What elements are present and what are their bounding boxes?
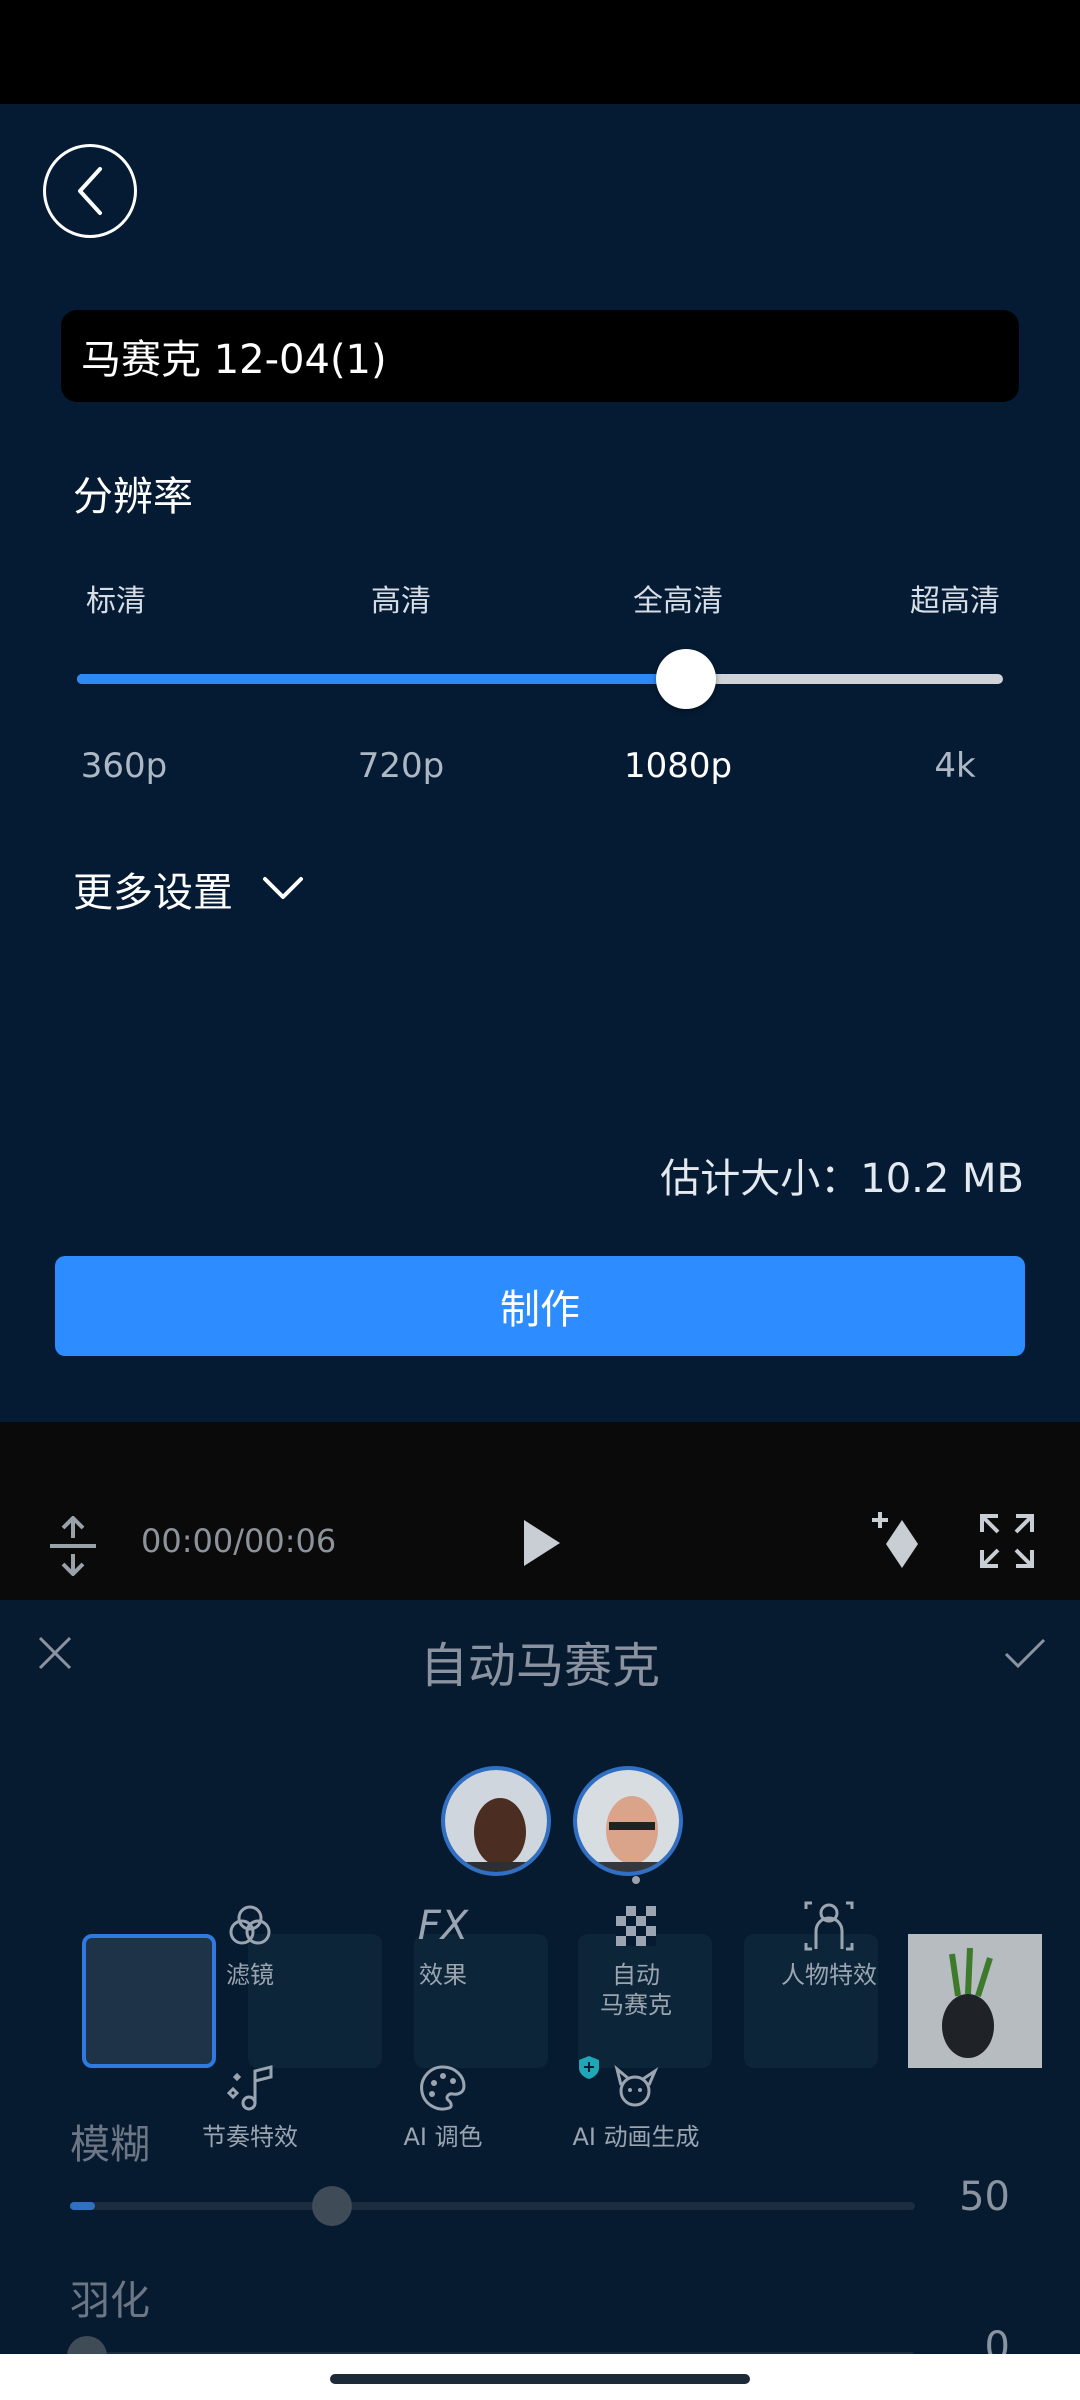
person-effect-icon [804,1901,854,1951]
player-controls: 00:00/00:06 [0,1500,1080,1586]
blur-value: 50 [959,2174,1010,2220]
tool-label: 效果 [419,1961,467,1989]
more-settings-label: 更多设置 [73,870,233,916]
blur-slider-thumb[interactable] [311,2186,352,2226]
chevron-down-icon [263,877,303,899]
tool-label: 自动 马赛克 [600,1961,672,2019]
resolution-title: 分辨率 [73,474,193,520]
resolution-label: 全高清 [633,584,723,619]
resolution-value: 720p [357,746,445,786]
blur-label: 模糊 [70,2122,150,2168]
resolution-label: 标清 [86,584,146,619]
resolution-slider-thumb[interactable] [656,649,717,709]
file-name-input[interactable]: 马赛克 12-04(1) [61,310,1019,402]
ai-animation-icon [614,2064,659,2107]
tool-filter[interactable]: 滤镜 [155,1896,345,1990]
estimated-size: 估计大小：10.2 MB [660,1156,1024,1202]
make-button[interactable]: 制作 [55,1256,1025,1356]
resolution-slider[interactable] [77,649,1003,709]
tool-ai-color[interactable]: AI 调色 [348,2058,538,2152]
tool-auto-mosaic[interactable]: 自动 马赛克 [541,1896,731,2020]
blur-slider[interactable] [70,2186,915,2226]
tool-label: 人物特效 [781,1961,877,1989]
resolution-value: 360p [80,746,168,786]
resolution-value: 4k [934,746,976,786]
tools-menu: 滤镜 FX 效果 自动 马赛克 人物特效 节奏特效 AI 调色 AI 动画生成 [0,1600,1080,2400]
status-bar [0,0,1080,104]
resolution-slider-fill [77,674,687,684]
tool-person-effect[interactable]: 人物特效 [734,1896,924,1990]
tool-rhythm-effect[interactable]: 节奏特效 [155,2058,345,2152]
ai-badge-icon [579,2056,599,2079]
resolution-labels: 标清 高清 全高清 超高清 [0,576,1080,619]
fullscreen-icon[interactable] [978,1512,1036,1570]
tool-effects[interactable]: FX 效果 [348,1896,538,1990]
more-settings-toggle[interactable]: 更多设置 [73,860,305,918]
resolution-label: 超高清 [910,584,1000,619]
blur-slider-fill [70,2202,96,2210]
play-icon[interactable] [520,1518,562,1568]
keyframe-add-icon[interactable] [872,1510,922,1572]
rhythm-icon [226,2065,273,2111]
tool-label: AI 动画生成 [572,2123,700,2151]
back-button[interactable] [43,144,137,238]
split-vertical-icon[interactable] [46,1516,100,1576]
export-panel: 马赛克 12-04(1) 分辨率 标清 高清 全高清 超高清 360p 720p… [0,104,1080,1422]
resolution-value-selected: 1080p [623,746,733,786]
auto-mosaic-editor: 自动马赛克 滤镜 FX 效果 自动 马赛克 人物特效 节奏特效 AI 调色 AI… [0,1600,1080,2400]
timecode: 00:00/00:06 [141,1522,337,1560]
tool-ai-animation[interactable]: AI 动画生成 [541,2056,731,2152]
feather-label: 羽化 [70,2278,150,2324]
home-indicator[interactable] [330,2374,750,2384]
resolution-values: 360p 720p 1080p 4k [0,746,1080,790]
tool-label: AI 调色 [403,2123,483,2151]
fx-icon: FX [417,1903,469,1949]
filter-icon [229,1905,271,1945]
resolution-label: 高清 [371,584,431,619]
palette-icon [420,2065,466,2111]
tool-label: 节奏特效 [202,2123,298,2151]
chevron-left-icon [78,167,102,215]
mosaic-icon [616,1906,656,1946]
tool-label: 滤镜 [226,1961,274,1989]
